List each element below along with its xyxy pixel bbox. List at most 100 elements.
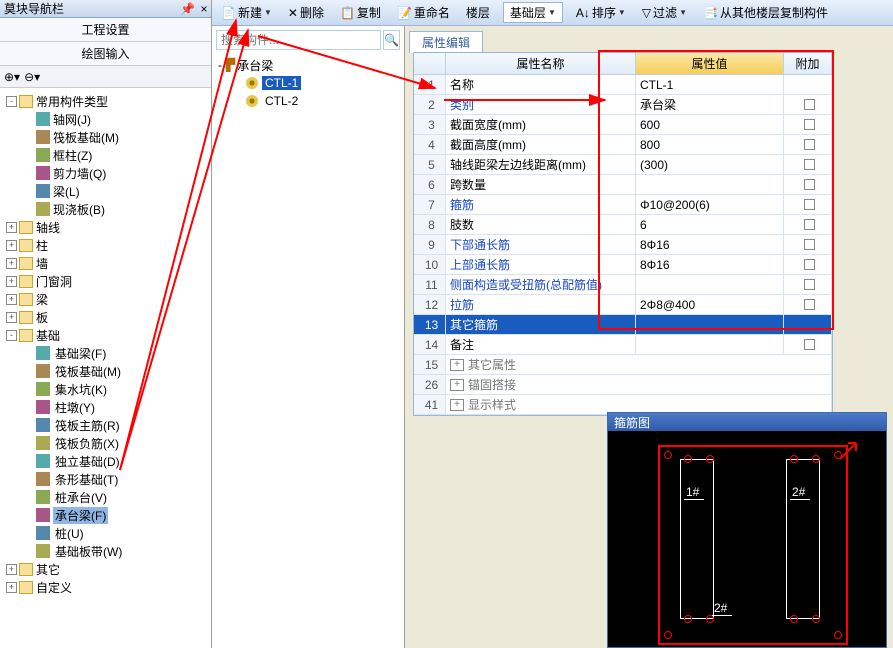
tree-node-custom[interactable]: + 自定义: [2, 578, 209, 596]
property-value[interactable]: 6: [636, 215, 784, 235]
draw-input-tab[interactable]: 绘图输入: [0, 42, 211, 66]
collapse-icon[interactable]: -: [218, 58, 222, 72]
component-item[interactable]: CTL-2: [218, 92, 398, 110]
component-tree[interactable]: - ▛ 承台梁 CTL-1CTL-2: [212, 54, 404, 112]
tree-item[interactable]: 筏板基础(M): [2, 362, 209, 380]
checkbox[interactable]: [804, 159, 815, 170]
expand-icon[interactable]: +: [450, 359, 464, 371]
expand-icon[interactable]: +: [6, 582, 17, 593]
property-value[interactable]: [636, 335, 784, 355]
collapse-icon[interactable]: -: [6, 96, 17, 107]
tree-item[interactable]: 承台梁(F): [2, 506, 209, 524]
tree-item[interactable]: 桩承台(V): [2, 488, 209, 506]
copy-from-other-button[interactable]: 📑 从其他楼层复制构件: [700, 3, 831, 22]
tree-item[interactable]: 基础板带(W): [2, 542, 209, 560]
tree-category[interactable]: +墙: [2, 254, 209, 272]
property-row[interactable]: 11 侧面构造或受扭筋(总配筋值): [414, 275, 832, 295]
tree-item[interactable]: 集水坑(K): [2, 380, 209, 398]
property-value[interactable]: [636, 275, 784, 295]
property-row[interactable]: 4 截面高度(mm) 800: [414, 135, 832, 155]
property-value[interactable]: 8Φ16: [636, 255, 784, 275]
sort-button[interactable]: A↓ 排序 ▼: [573, 3, 629, 22]
property-value[interactable]: (300): [636, 155, 784, 175]
tree-node-foundation[interactable]: - 基础: [2, 326, 209, 344]
tree-category[interactable]: +轴线: [2, 218, 209, 236]
nav-tool-icon[interactable]: ⊖▾: [24, 70, 40, 84]
checkbox[interactable]: [804, 299, 815, 310]
checkbox[interactable]: [804, 219, 815, 230]
tree-node-other[interactable]: + 其它: [2, 560, 209, 578]
property-row[interactable]: 7 箍筋 Φ10@200(6): [414, 195, 832, 215]
close-icon[interactable]: ×: [197, 2, 211, 16]
project-settings-tab[interactable]: 工程设置: [0, 18, 211, 42]
property-value[interactable]: 600: [636, 115, 784, 135]
property-row[interactable]: 8 肢数 6: [414, 215, 832, 235]
nav-tool-icon[interactable]: ⊕▾: [4, 70, 20, 84]
expand-icon[interactable]: +: [6, 312, 17, 323]
expand-icon[interactable]: +: [6, 564, 17, 575]
property-row[interactable]: 6 跨数量: [414, 175, 832, 195]
checkbox[interactable]: [804, 179, 815, 190]
property-value[interactable]: 2Φ8@400: [636, 295, 784, 315]
tree-item[interactable]: 剪力墙(Q): [2, 164, 209, 182]
tree-category[interactable]: +柱: [2, 236, 209, 254]
checkbox[interactable]: [804, 339, 815, 350]
checkbox[interactable]: [804, 199, 815, 210]
property-row[interactable]: 14 备注: [414, 335, 832, 355]
search-button[interactable]: 🔍: [383, 30, 400, 50]
property-value[interactable]: 800: [636, 135, 784, 155]
delete-button[interactable]: ✕ 删除: [285, 3, 327, 22]
property-group-row[interactable]: 26 +锚固搭接: [414, 375, 832, 395]
tree-item[interactable]: 柱墩(Y): [2, 398, 209, 416]
property-value[interactable]: 8Φ16: [636, 235, 784, 255]
tree-category[interactable]: +梁: [2, 290, 209, 308]
search-input[interactable]: [216, 30, 381, 50]
new-button[interactable]: 📄 新建 ▼: [218, 3, 275, 22]
tree-item[interactable]: 筏板负筋(X): [2, 434, 209, 452]
tree-item[interactable]: 筏板基础(M): [2, 128, 209, 146]
checkbox[interactable]: [804, 139, 815, 150]
expand-icon[interactable]: +: [6, 276, 17, 287]
property-row[interactable]: 1 名称 CTL-1: [414, 75, 832, 95]
property-value[interactable]: [636, 315, 784, 335]
expand-icon[interactable]: +: [6, 240, 17, 251]
tree-node-common[interactable]: - 常用构件类型: [2, 92, 209, 110]
expand-icon[interactable]: +: [450, 379, 464, 391]
tree-item[interactable]: 桩(U): [2, 524, 209, 542]
expand-icon[interactable]: +: [450, 399, 464, 411]
expand-icon[interactable]: +: [6, 222, 17, 233]
collapse-icon[interactable]: -: [6, 330, 17, 341]
property-row[interactable]: 5 轴线距梁左边线距离(mm) (300): [414, 155, 832, 175]
property-row[interactable]: 10 上部通长筋 8Φ16: [414, 255, 832, 275]
filter-button[interactable]: ▽ 过滤 ▼: [639, 3, 690, 22]
tab-property-edit[interactable]: 属性编辑: [409, 31, 483, 53]
tree-category[interactable]: +板: [2, 308, 209, 326]
component-root[interactable]: - ▛ 承台梁: [218, 56, 398, 74]
checkbox[interactable]: [804, 279, 815, 290]
tree-item[interactable]: 轴网(J): [2, 110, 209, 128]
expand-icon[interactable]: +: [6, 294, 17, 305]
property-row[interactable]: 12 拉筋 2Φ8@400: [414, 295, 832, 315]
tree-item[interactable]: 梁(L): [2, 182, 209, 200]
tree-item[interactable]: 筏板主筋(R): [2, 416, 209, 434]
checkbox[interactable]: [804, 239, 815, 250]
copy-button[interactable]: 📋 复制: [337, 3, 384, 22]
property-value[interactable]: [636, 175, 784, 195]
tree-item[interactable]: 现浇板(B): [2, 200, 209, 218]
property-value[interactable]: 承台梁: [636, 95, 784, 115]
property-value[interactable]: Φ10@200(6): [636, 195, 784, 215]
rename-button[interactable]: 📝 重命名: [394, 3, 453, 22]
checkbox[interactable]: [804, 259, 815, 270]
property-value[interactable]: CTL-1: [636, 75, 784, 95]
pin-icon[interactable]: 📌: [180, 2, 195, 16]
tree-item[interactable]: 独立基础(D): [2, 452, 209, 470]
tree-item[interactable]: 条形基础(T): [2, 470, 209, 488]
tree-item[interactable]: 基础梁(F): [2, 344, 209, 362]
property-group-row[interactable]: 15 +其它属性: [414, 355, 832, 375]
tree-category[interactable]: +门窗洞: [2, 272, 209, 290]
property-row[interactable]: 13 其它箍筋: [414, 315, 832, 335]
tree-item[interactable]: 框柱(Z): [2, 146, 209, 164]
component-item[interactable]: CTL-1: [218, 74, 398, 92]
expand-icon[interactable]: +: [6, 258, 17, 269]
property-row[interactable]: 3 截面宽度(mm) 600: [414, 115, 832, 135]
